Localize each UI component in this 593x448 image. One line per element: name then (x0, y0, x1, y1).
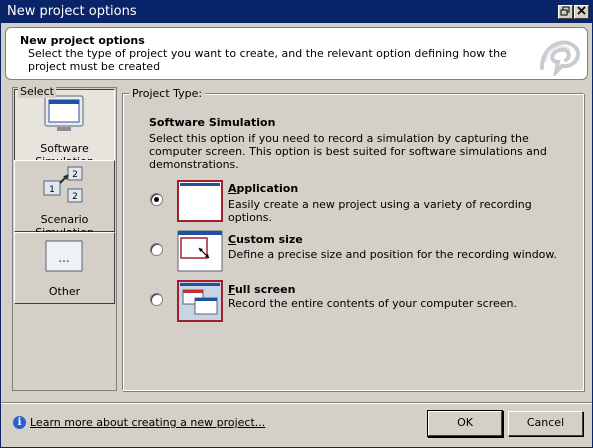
project-type-legend: Project Type: (129, 87, 206, 100)
title-bar[interactable]: New project options (1, 1, 592, 23)
banner-description: Select the type of project you want to c… (28, 47, 507, 73)
footer-divider (1, 402, 592, 404)
category-software-simulation[interactable]: Software Simulation (14, 89, 115, 168)
monitor-icon (44, 95, 84, 131)
select-legend: Select (18, 85, 56, 98)
close-button[interactable] (574, 5, 589, 19)
custom-size-description: Define a precise size and position for t… (228, 248, 557, 261)
option-title-text: ustom size (236, 233, 303, 246)
full-screen-description: Record the entire contents of your compu… (228, 297, 517, 310)
full-screen-title[interactable]: Full screen (228, 283, 295, 296)
custom-size-icon[interactable] (177, 230, 223, 272)
svg-text:...: ... (58, 251, 69, 265)
section-title: Software Simulation (149, 116, 276, 129)
option-title-text: pplication (236, 182, 299, 195)
info-icon: i (13, 416, 26, 429)
category-label: Other (48, 285, 81, 298)
svg-text:2: 2 (72, 170, 78, 180)
close-icon (577, 6, 586, 15)
cancel-button[interactable]: Cancel (508, 411, 583, 436)
custom-size-title[interactable]: Custom size (228, 233, 303, 246)
restore-button[interactable] (558, 5, 573, 19)
access-key: C (228, 233, 237, 246)
captivate-logo-icon (540, 40, 581, 76)
svg-text:2: 2 (72, 192, 78, 202)
select-panel: Software Simulation 1 2 2 Scenario Simul… (12, 87, 117, 391)
access-key: A (228, 182, 237, 195)
full-screen-icon[interactable] (177, 280, 223, 322)
other-icon: ... (45, 240, 83, 272)
radio-dot (154, 197, 159, 202)
section-description: Select this option if you need to record… (149, 132, 547, 171)
application-radio[interactable] (150, 193, 163, 206)
header-banner: New project options Select the type of p… (5, 27, 588, 80)
learn-more-link[interactable]: Learn more about creating a new project.… (30, 416, 265, 429)
option-title-text: ull screen (234, 283, 296, 296)
application-description: Easily create a new project using a vari… (228, 198, 532, 224)
svg-text:1: 1 (49, 185, 55, 195)
application-title[interactable]: Application (228, 182, 298, 195)
full-screen-radio[interactable] (150, 293, 163, 306)
custom-size-radio[interactable] (150, 243, 163, 256)
restore-icon (560, 6, 570, 16)
ok-button[interactable]: OK (428, 411, 502, 436)
window-title: New project options (7, 4, 137, 19)
application-icon[interactable] (177, 180, 223, 222)
banner-title: New project options (20, 34, 145, 47)
category-scenario-simulation[interactable]: 1 2 2 Scenario Simulation (14, 160, 115, 239)
scenario-icon: 1 2 2 (43, 166, 83, 203)
access-key: F (228, 283, 235, 296)
dialog-window: New project options New project options … (0, 0, 593, 448)
category-other[interactable]: ... Other (14, 232, 115, 304)
